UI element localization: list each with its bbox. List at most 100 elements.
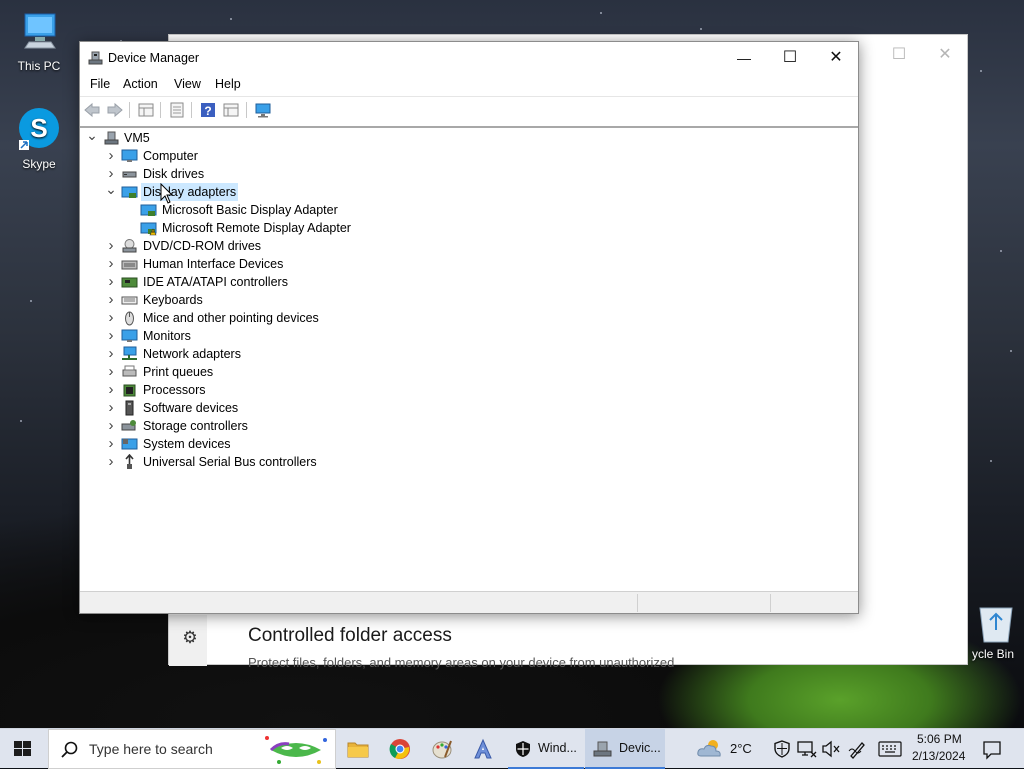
properties-grid-icon[interactable]	[137, 101, 155, 119]
taskbar-search-box[interactable]: Type here to search	[48, 729, 336, 769]
chevron-right-icon[interactable]: ›	[104, 417, 118, 435]
tree-item-keyboards[interactable]: › Keyboards	[80, 291, 850, 309]
desktop-icon-skype[interactable]: S Skype	[4, 106, 74, 171]
tree-item-network-adapters[interactable]: › Network adapters	[80, 345, 850, 363]
tree-item-disk-drives[interactable]: › Disk drives	[80, 165, 850, 183]
maximize-button[interactable]: ☐	[767, 42, 813, 74]
pen-ink-icon[interactable]	[848, 739, 868, 759]
toolbar: ?	[80, 96, 858, 122]
tree-device-microsoft-basic-display-adapter[interactable]: Microsoft Basic Display Adapter	[80, 201, 850, 219]
chevron-right-icon[interactable]: ›	[104, 291, 118, 309]
monitors-icon	[121, 329, 138, 342]
file-explorer-icon[interactable]	[347, 739, 369, 759]
software-devices-icon	[125, 400, 134, 416]
clock-date[interactable]: 2/13/2024	[912, 749, 965, 763]
minimize-button[interactable]: —	[721, 42, 767, 74]
weather-cloud-icon[interactable]	[696, 737, 724, 759]
tree-item-system-devices[interactable]: › System devices	[80, 435, 850, 453]
view-details-icon[interactable]	[222, 101, 240, 119]
notifications-icon[interactable]	[982, 740, 1002, 760]
mouse-cursor-icon	[160, 183, 174, 204]
keyboard-icon[interactable]	[878, 741, 902, 757]
chrome-icon[interactable]	[389, 738, 411, 760]
chevron-right-icon[interactable]: ›	[104, 381, 118, 399]
chevron-right-icon[interactable]: ›	[104, 399, 118, 417]
tree-device-microsoft-remote-display-adapter[interactable]: Microsoft Remote Display Adapter	[80, 219, 850, 237]
tree-item-processors[interactable]: › Processors	[80, 381, 850, 399]
status-bar	[80, 591, 858, 613]
menu-file[interactable]: File	[90, 77, 110, 91]
svg-text:S: S	[30, 113, 47, 143]
tree-item-label: Processors	[143, 383, 206, 397]
chevron-right-icon[interactable]: ›	[104, 309, 118, 327]
chevron-down-icon[interactable]: ⌄	[85, 128, 99, 147]
display-adapter-icon	[140, 204, 157, 216]
chevron-right-icon[interactable]: ›	[104, 327, 118, 345]
document-list-icon[interactable]	[168, 101, 186, 119]
bg-close-button[interactable]: ✕	[922, 41, 968, 69]
chevron-right-icon[interactable]: ›	[104, 255, 118, 273]
device-manager-window[interactable]: Device Manager — ☐ ✕ File Action View He…	[79, 41, 859, 614]
device-tree[interactable]: ⌄ VM5 › Computer › Disk drives ⌄ Display adapte…	[80, 126, 858, 590]
tree-item-label: Monitors	[143, 329, 191, 343]
tree-item-universal-serial-bus-controllers[interactable]: › Universal Serial Bus controllers	[80, 453, 850, 471]
desktop-icon-this-pc[interactable]: This PC	[4, 8, 74, 73]
volume-muted-icon[interactable]	[821, 740, 841, 758]
shield-icon	[516, 741, 530, 757]
forward-arrow-icon[interactable]	[106, 101, 124, 119]
tree-item-software-devices[interactable]: › Software devices	[80, 399, 850, 417]
chevron-right-icon[interactable]: ›	[104, 363, 118, 381]
tree-item-label: Storage controllers	[143, 419, 248, 433]
taskbar-app-device-manager[interactable]: Devic...	[585, 729, 665, 769]
title-bar[interactable]: Device Manager — ☐ ✕	[80, 42, 858, 74]
chevron-right-icon[interactable]: ›	[104, 435, 118, 453]
network-icon[interactable]	[797, 740, 817, 758]
chevron-right-icon[interactable]: ›	[104, 273, 118, 291]
clock-time[interactable]: 5:06 PM	[917, 732, 962, 746]
desktop-icon-label: ycle Bin	[971, 647, 1015, 661]
defender-tray-icon[interactable]	[774, 740, 790, 758]
search-highlight-mask-icon	[259, 732, 333, 768]
menu-view[interactable]: View	[174, 77, 201, 91]
tree-item-display-adapters[interactable]: ⌄ Display adapters	[80, 182, 850, 201]
computer-root-icon	[104, 131, 119, 145]
tree-root[interactable]: ⌄ VM5	[80, 128, 850, 147]
tree-item-label: Human Interface Devices	[143, 257, 284, 271]
window-title: Device Manager	[108, 51, 200, 65]
close-button[interactable]: ✕	[813, 42, 859, 74]
menu-bar: File Action View Help	[80, 74, 858, 96]
paint-icon[interactable]	[431, 738, 453, 760]
gear-icon[interactable]: ⚙	[179, 627, 201, 649]
display-adapters-icon	[121, 186, 138, 198]
menu-help[interactable]: Help	[215, 77, 241, 91]
chevron-down-icon[interactable]: ⌄	[104, 182, 118, 201]
desktop-icon-recycle-bin[interactable]: ycle Bin	[944, 598, 1024, 661]
back-arrow-icon[interactable]	[83, 101, 101, 119]
app-a-icon[interactable]	[472, 738, 494, 760]
help-icon[interactable]: ?	[199, 101, 217, 119]
chevron-right-icon[interactable]: ›	[104, 237, 118, 255]
tree-item-monitors[interactable]: › Monitors	[80, 327, 850, 345]
tree-item-label: Mice and other pointing devices	[143, 311, 319, 325]
chevron-right-icon[interactable]: ›	[104, 345, 118, 363]
tree-item-ide-ata-atapi-controllers[interactable]: › IDE ATA/ATAPI controllers	[80, 273, 850, 291]
tree-item-label: Software devices	[143, 401, 239, 415]
menu-action[interactable]: Action	[123, 77, 158, 91]
tree-item-mice-and-other-pointing-devices[interactable]: › Mice and other pointing devices	[80, 309, 850, 327]
tree-item-dvd-cd-rom-drives[interactable]: › DVD/CD-ROM drives	[80, 237, 850, 255]
windows-start-icon[interactable]	[14, 741, 32, 757]
tree-item-human-interface-devices[interactable]: › Human Interface Devices	[80, 255, 850, 273]
weather-temperature[interactable]: 2°C	[730, 741, 752, 756]
bg-maximize-button[interactable]: ☐	[876, 41, 922, 69]
chevron-right-icon[interactable]: ›	[104, 147, 118, 165]
search-placeholder: Type here to search	[89, 741, 213, 757]
taskbar-app-windows-security[interactable]: Wind...	[508, 729, 584, 769]
tree-item-storage-controllers[interactable]: › Storage controllers	[80, 417, 850, 435]
tree-item-print-queues[interactable]: › Print queues	[80, 363, 850, 381]
dvd-cd-rom-drives-icon	[122, 239, 137, 253]
scan-hardware-icon[interactable]	[254, 101, 272, 119]
tree-item-label: Universal Serial Bus controllers	[143, 455, 317, 469]
tree-item-computer[interactable]: › Computer	[80, 147, 850, 165]
computer-icon	[121, 149, 138, 162]
chevron-right-icon[interactable]: ›	[104, 453, 118, 471]
